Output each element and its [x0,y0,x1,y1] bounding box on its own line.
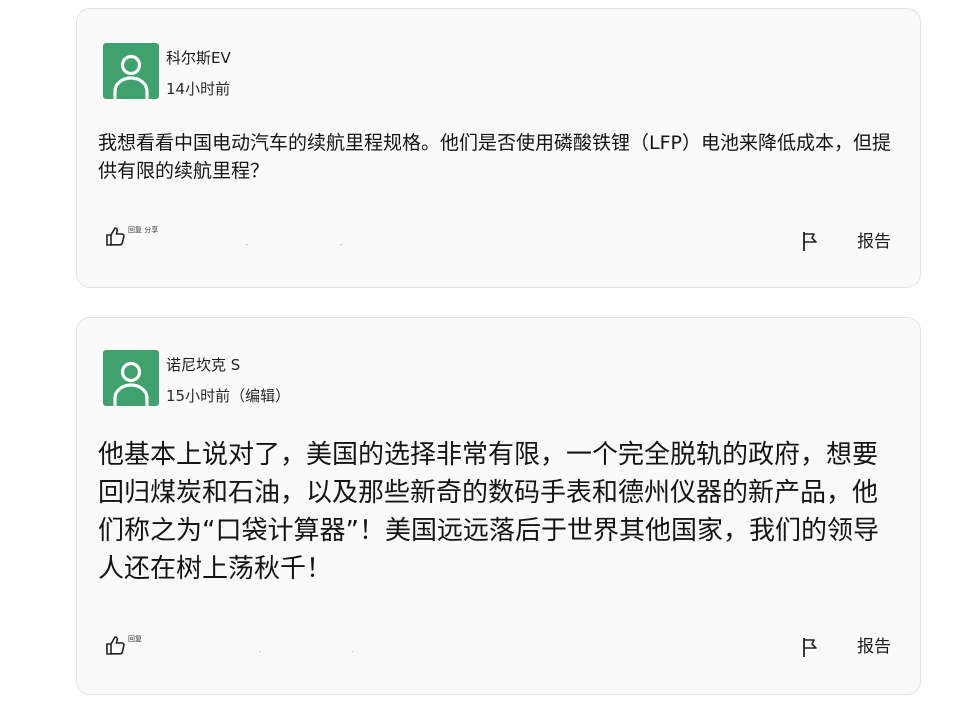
comment-actions: 回复 分享 [105,225,158,247]
comment-card: 科尔斯EV 14小时前 我想看看中国电动汽车的续航里程规格。他们是否使用磷酸铁锂… [76,8,921,288]
reply-link[interactable]: 回复 [128,634,142,644]
divider-dot: • [245,242,249,249]
flag-icon[interactable] [801,230,823,252]
flag-icon[interactable] [801,636,823,658]
comment-card: 诺尼坎克 S 15小时前（编辑） 他基本上说对了，美国的选择非常有限，一个完全脱… [76,317,921,695]
username[interactable]: 诺尼坎克 S [166,354,240,375]
divider-dot: • [351,649,355,656]
reply-share-links[interactable]: 回复 分享 [128,225,158,235]
divider-dot: • [339,242,343,249]
report-button[interactable]: 报告 [857,227,891,252]
username[interactable]: 科尔斯EV [166,47,231,68]
user-avatar-icon[interactable] [103,350,159,406]
thumbs-up-icon[interactable] [105,225,127,247]
comment-actions: 回复 [105,634,142,656]
timestamp: 15小时前（编辑） [166,387,291,405]
comment-body: 他基本上说对了，美国的选择非常有限，一个完全脱轨的政府，想要回归煤炭和石油，以及… [98,440,879,584]
comment-body: 我想看看中国电动汽车的续航里程规格。他们是否使用磷酸铁锂（LFP）电池来降低成本… [98,132,891,182]
timestamp: 14小时前 [166,80,231,98]
divider-dot: • [258,649,262,656]
user-avatar-icon[interactable] [103,43,159,99]
thumbs-up-icon[interactable] [105,634,127,656]
report-button[interactable]: 报告 [857,632,891,657]
